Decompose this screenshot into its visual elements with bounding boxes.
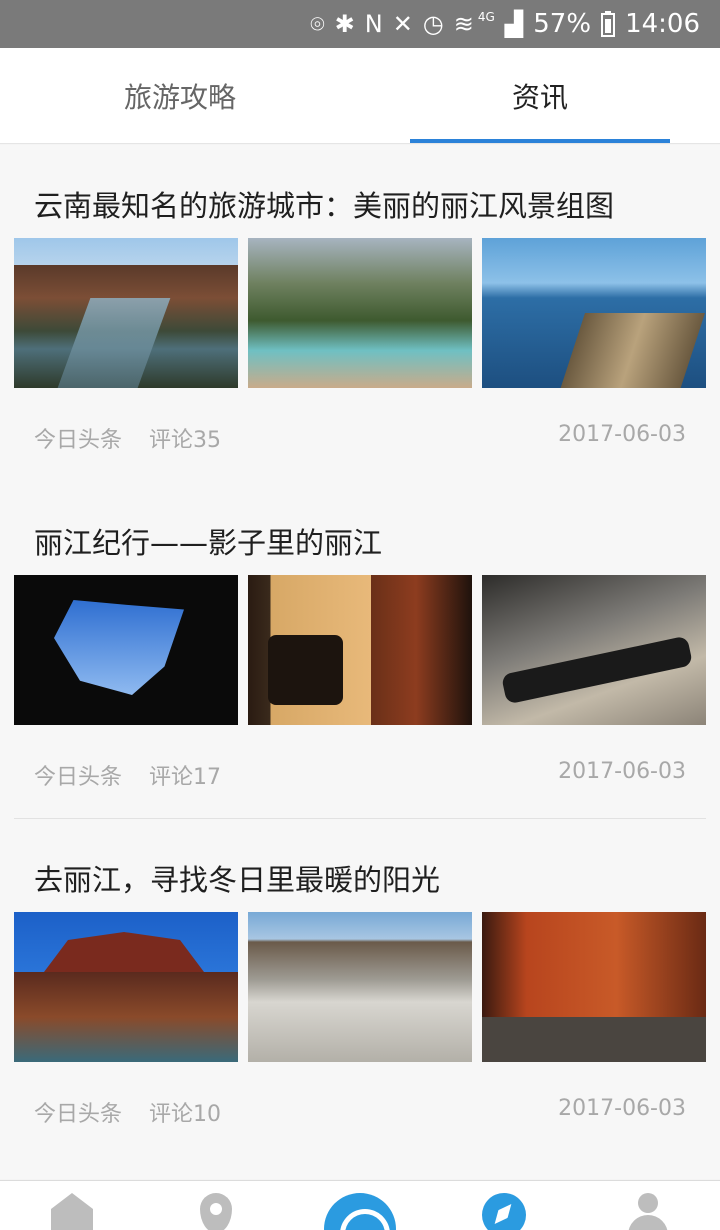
bluetooth-icon: ✱ [334, 10, 355, 38]
street-shadow-photo[interactable] [482, 575, 706, 725]
article-comments: 评论35 [149, 428, 222, 453]
alarm-icon: ◷ [422, 10, 444, 38]
tab-news[interactable]: 资讯 [360, 48, 720, 143]
battery-percent: 57% [533, 9, 592, 39]
article-meta: 今日头条 评论17 2017-06-03 [34, 759, 686, 791]
network-type: 4G [477, 10, 495, 24]
wifi-icon: ≋ [453, 10, 474, 38]
top-tabs: 旅游攻略 资讯 [0, 48, 720, 144]
nav-discover[interactable] [474, 1193, 534, 1230]
active-tab-indicator [410, 139, 670, 143]
clock: 14:06 [625, 9, 700, 39]
red-wall-shadow-photo[interactable] [482, 912, 706, 1062]
article-images [14, 238, 706, 388]
article-title[interactable]: 云南最知名的旅游城市：美丽的丽江风景组图 [34, 183, 614, 225]
tab-label: 旅游攻略 [123, 80, 236, 114]
river-photo[interactable] [248, 238, 472, 388]
news-feed[interactable]: 云南最知名的旅游城市：美丽的丽江风景组图 今日头条 评论35 2017-06-0… [0, 145, 720, 1179]
battery-icon [601, 11, 616, 37]
home-icon [51, 1193, 93, 1230]
stone-street-photo[interactable] [248, 912, 472, 1062]
article-source: 今日头条 [34, 428, 123, 453]
roof-silhouette-photo[interactable] [14, 575, 238, 725]
article-date: 2017-06-03 [558, 759, 686, 784]
vibrate-icon: ✕ [392, 10, 413, 38]
article-title[interactable]: 丽江纪行——影子里的丽江 [34, 520, 382, 562]
article-images [14, 912, 706, 1062]
canal-photo[interactable] [14, 238, 238, 388]
tab-travel-guide[interactable]: 旅游攻略 [0, 48, 360, 143]
status-icons: ⌾ ✱ Ν ✕ ◷ ≋ 4G ▟ 57% 14:06 [310, 0, 700, 48]
article-card[interactable]: 云南最知名的旅游城市：美丽的丽江风景组图 今日头条 评论35 2017-06-0… [0, 145, 720, 482]
article-meta: 今日头条 评论35 2017-06-03 [34, 422, 686, 454]
boats-photo[interactable] [482, 238, 706, 388]
lantern-shadow-photo[interactable] [248, 575, 472, 725]
article-date: 2017-06-03 [558, 1096, 686, 1121]
article-images [14, 575, 706, 725]
article-comments: 评论17 [149, 765, 222, 790]
nav-wifi[interactable] [324, 1191, 396, 1230]
user-icon [626, 1193, 670, 1230]
signal-icon: ▟ [504, 10, 524, 38]
location-icon [200, 1193, 232, 1230]
nav-home[interactable] [42, 1193, 102, 1230]
wifi-icon [324, 1193, 396, 1230]
bottom-nav [0, 1180, 720, 1230]
article-card[interactable]: 丽江纪行——影子里的丽江 今日头条 评论17 2017-06-03 [0, 482, 720, 819]
gate-photo[interactable] [14, 912, 238, 1062]
article-card[interactable]: 去丽江，寻找冬日里最暖的阳光 今日头条 评论10 2017-06-03 [0, 819, 720, 1179]
article-comments: 评论10 [149, 1102, 222, 1127]
status-bar: ⌾ ✱ Ν ✕ ◷ ≋ 4G ▟ 57% 14:06 [0, 0, 720, 48]
article-meta: 今日头条 评论10 2017-06-03 [34, 1096, 686, 1128]
nfc-icon: Ν [364, 10, 383, 38]
article-source: 今日头条 [34, 1102, 123, 1127]
article-source: 今日头条 [34, 765, 123, 790]
nav-location[interactable] [186, 1193, 246, 1230]
article-date: 2017-06-03 [558, 422, 686, 447]
nav-profile[interactable] [618, 1193, 678, 1230]
location-icon: ⌾ [310, 10, 325, 38]
article-title[interactable]: 去丽江，寻找冬日里最暖的阳光 [34, 857, 440, 899]
compass-icon [482, 1193, 526, 1230]
tab-label: 资讯 [511, 80, 568, 114]
